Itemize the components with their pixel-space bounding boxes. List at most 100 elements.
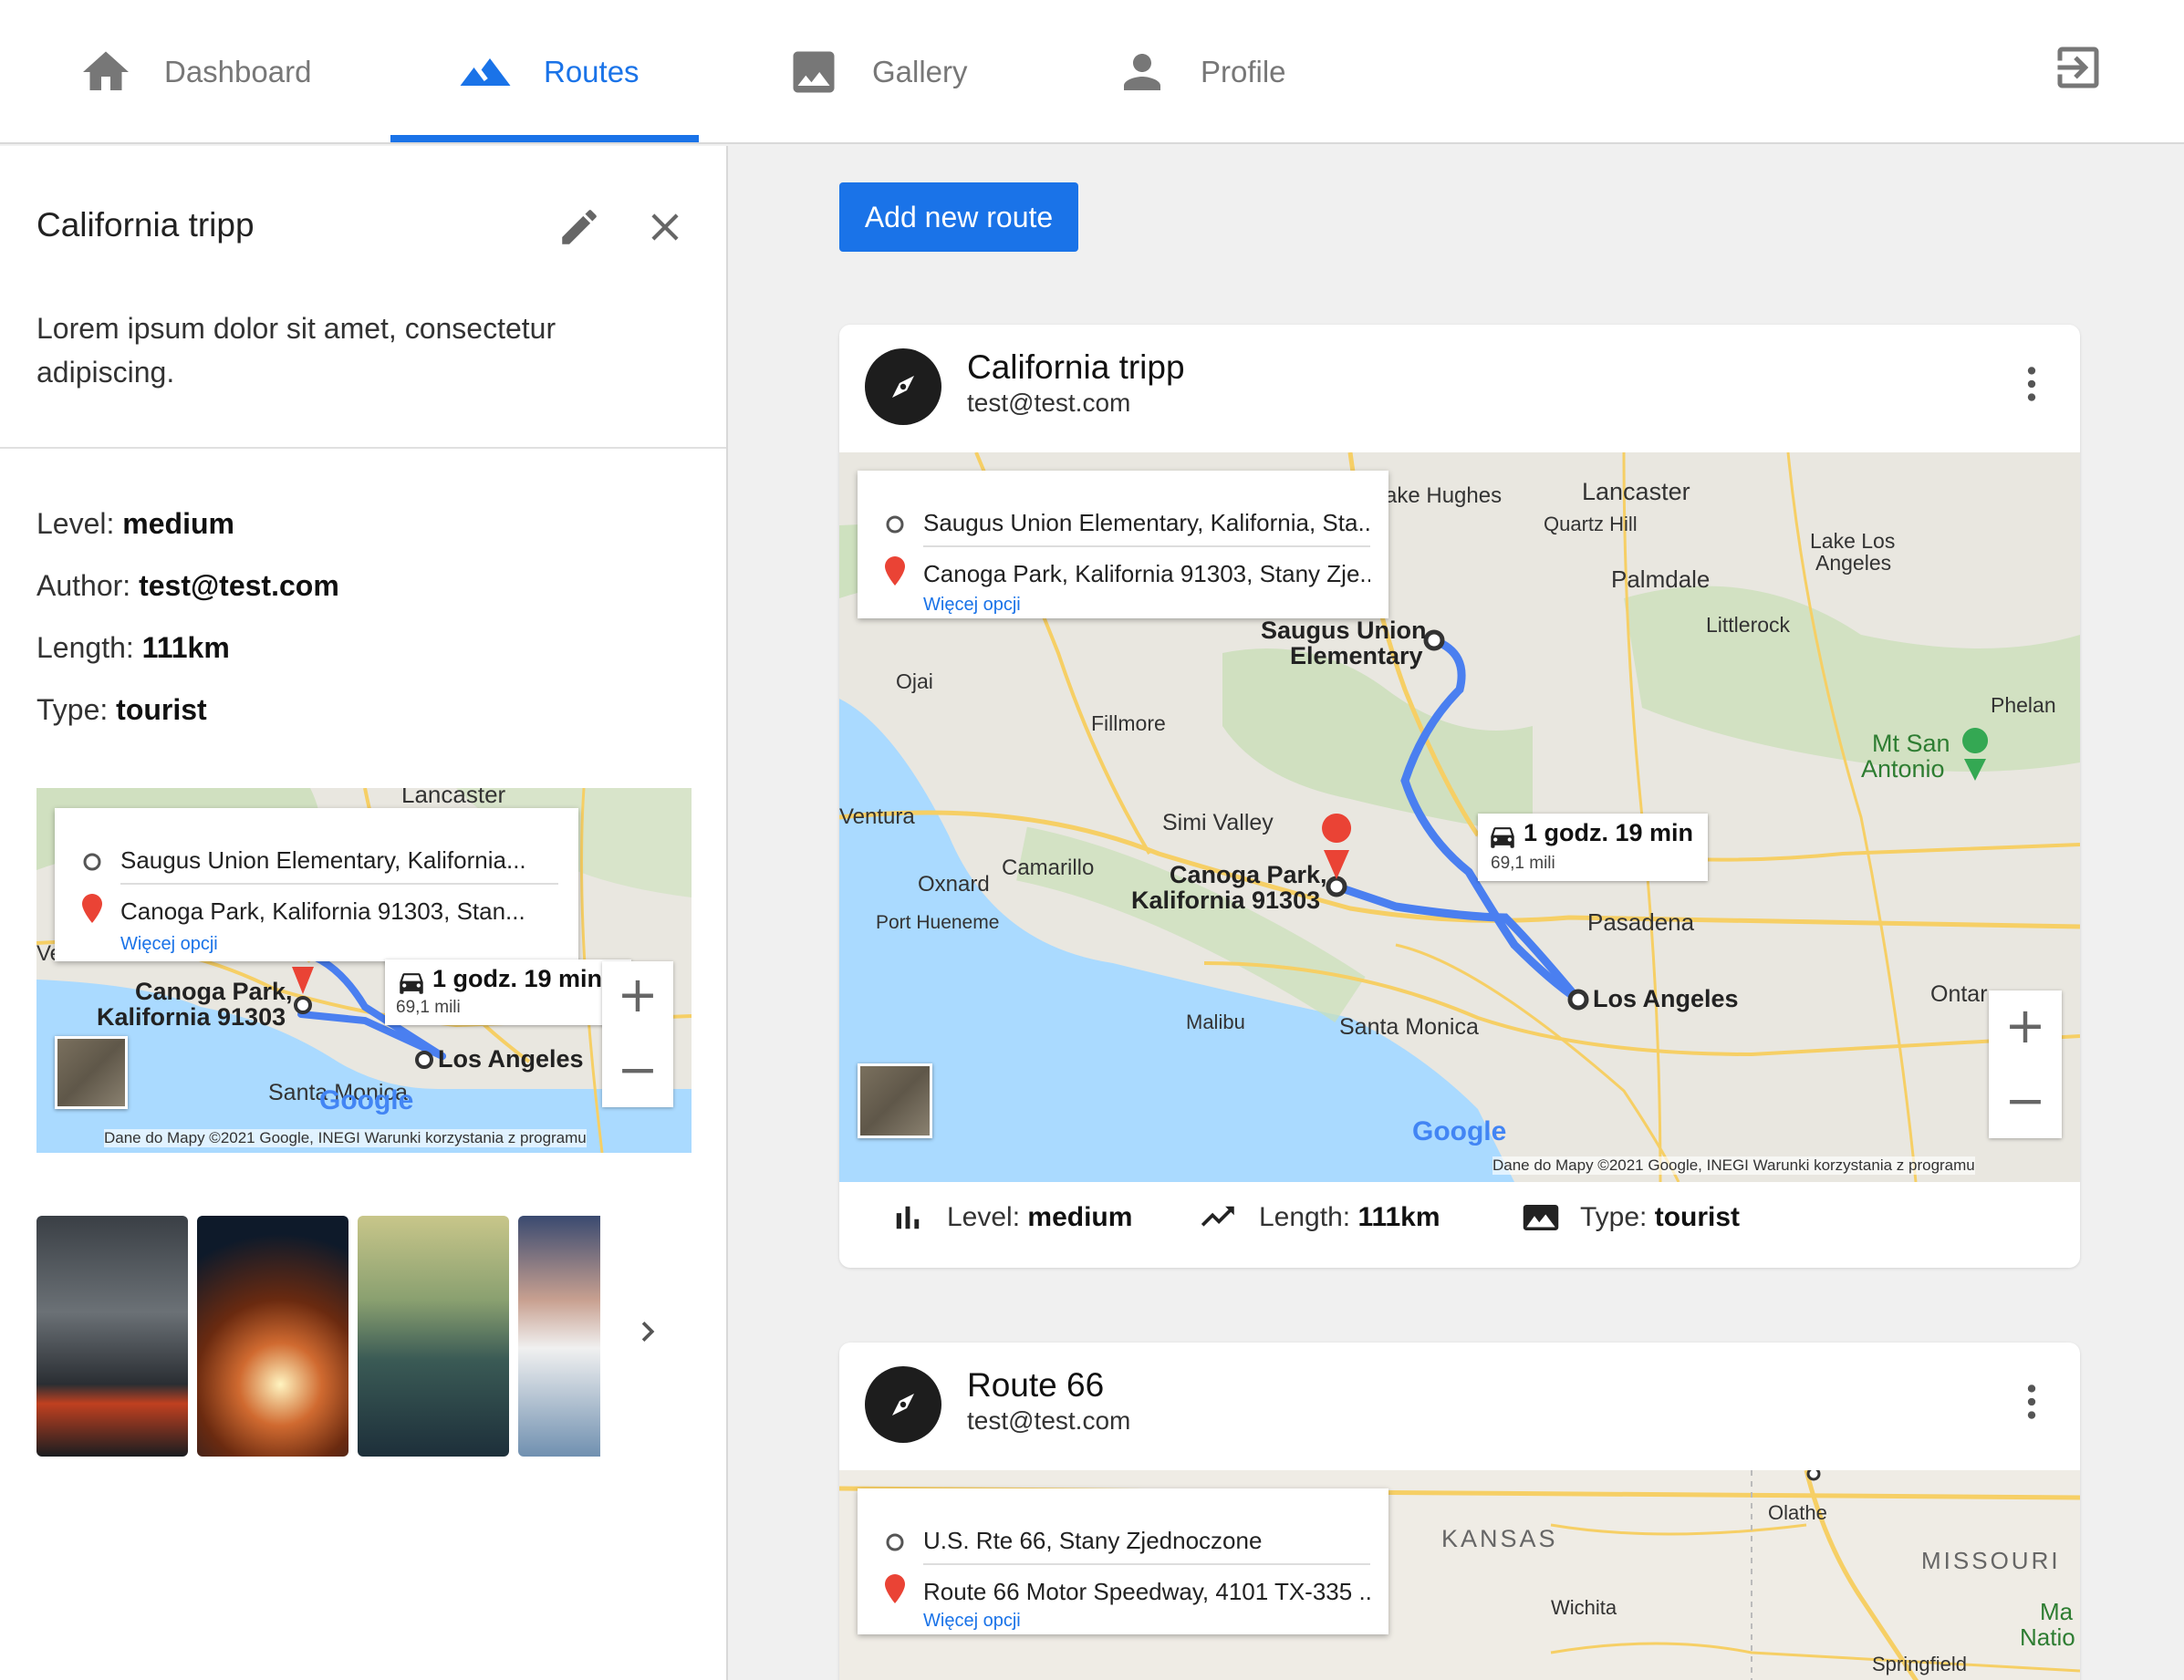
place-santa-monica: Santa Monica <box>1339 1014 1479 1040</box>
route-time-label: 1 godz. 19 min 69,1 mili <box>385 959 631 1025</box>
gallery-thumbnail-clouds[interactable] <box>518 1216 600 1457</box>
map-place-los-angeles: Los Angeles <box>438 1045 584 1073</box>
directions-origin: Saugus Union Elementary, Kalifornia, Sta… <box>923 509 1370 536</box>
place-palmdale: Palmdale <box>1611 565 1711 593</box>
place-port-hueneme: Port Hueneme <box>876 912 1000 933</box>
trending-icon <box>1201 1206 1234 1227</box>
route-card[interactable]: California tripp test@test.com ake Hughe… <box>839 325 2080 1268</box>
gallery-thumbnail-sea[interactable] <box>358 1216 509 1457</box>
map-place-canoga-2: Kalifornia 91303 <box>97 1003 286 1031</box>
route-card[interactable]: Route 66 test@test.com KANSAS Olathe MIS… <box>839 1343 2080 1680</box>
card-type: Type: tourist <box>1522 1198 1740 1237</box>
route-time: 1 godz. 19 min <box>1524 819 1694 846</box>
gallery-thumbnail-storm[interactable] <box>36 1216 188 1457</box>
route-time-label: 1 godz. 19 min 69,1 mili <box>1478 814 1708 881</box>
card-level-value: medium <box>1027 1202 1133 1232</box>
more-vert-icon[interactable] <box>2009 1379 2054 1425</box>
directions-more-link[interactable]: Więcej opcji <box>120 934 218 955</box>
place-lake-los-angeles-1: Lake Los <box>1810 529 1896 553</box>
zoom-control[interactable]: + − <box>1989 990 2062 1138</box>
card-route-map[interactable]: KANSAS Olathe MISSOURI Wichita Ma Natio … <box>839 1470 2080 1680</box>
zoom-out-button[interactable]: − <box>602 1045 673 1094</box>
place-ontario: Ontar <box>1930 981 1988 1007</box>
place-missouri: MISSOURI <box>1921 1547 2061 1574</box>
image-icon <box>793 51 835 93</box>
place-oxnard: Oxnard <box>918 872 990 897</box>
directions-destination: Canoga Park, Kalifornia 91303, Stany Zje… <box>923 560 1370 587</box>
map-place-canoga-1: Canoga Park, <box>135 978 293 1005</box>
origin-circle-icon <box>83 853 101 871</box>
author-value: test@test.com <box>139 569 339 602</box>
directions-box[interactable]: Saugus Union Elementary, Kalifornia, Sta… <box>858 471 1388 618</box>
card-avatar <box>865 1366 941 1443</box>
place-springfield: Springfield <box>1872 1653 1967 1675</box>
zoom-in-button[interactable]: + <box>602 970 673 1020</box>
card-type-label: Type: <box>1580 1202 1648 1232</box>
type-label: Type: <box>36 693 109 726</box>
logout-icon[interactable] <box>2051 40 2106 95</box>
tab-profile[interactable]: Profile <box>1115 0 1286 144</box>
card-route-map[interactable]: ake Hughes Lancaster Quartz Hill Lake Lo… <box>839 452 2080 1182</box>
place-mt-san-antonio-1: Mt San <box>1872 730 1950 757</box>
home-icon <box>83 51 129 90</box>
place-simi-valley: Simi Valley <box>1162 810 1274 835</box>
card-level: Level: medium <box>889 1198 1132 1237</box>
card-author: test@test.com <box>967 1406 1131 1435</box>
length-label: Length: <box>36 631 134 664</box>
directions-more-link[interactable]: Więcej opcji <box>923 595 1021 616</box>
person-icon <box>1124 54 1160 90</box>
tab-gallery[interactable]: Gallery <box>786 0 968 144</box>
directions-box[interactable]: Saugus Union Elementary, Kalifornia... C… <box>55 808 578 961</box>
directions-more-link[interactable]: Więcej opcji <box>923 1611 1021 1632</box>
edit-icon[interactable] <box>556 204 602 250</box>
place-saugus-1: Saugus Union <box>1261 617 1427 644</box>
map-place-lancaster: Lancaster <box>401 788 506 808</box>
card-type-value: tourist <box>1654 1202 1741 1232</box>
card-title: California tripp <box>967 348 1185 386</box>
satellite-view-toggle[interactable] <box>858 1063 932 1138</box>
tab-dashboard[interactable]: Dashboard <box>78 0 311 144</box>
tab-gallery-label: Gallery <box>872 55 968 88</box>
landscape-icon <box>1523 1205 1559 1230</box>
place-canoga-1: Canoga Park, <box>1170 861 1327 888</box>
add-new-route-button[interactable]: Add new route <box>839 182 1078 252</box>
active-tab-indicator <box>390 135 699 142</box>
route-distance: 69,1 mili <box>1491 854 1555 873</box>
bar-chart-icon <box>896 1206 920 1229</box>
chevron-right-icon[interactable] <box>628 1312 668 1352</box>
gallery-thumbnail-tree[interactable] <box>197 1216 348 1457</box>
place-camarillo: Camarillo <box>1002 856 1095 880</box>
place-olathe: Olathe <box>1768 1501 1827 1524</box>
directions-box[interactable]: U.S. Rte 66, Stany Zjednoczone Route 66 … <box>858 1488 1388 1634</box>
tab-routes-label: Routes <box>544 55 640 88</box>
google-logo: Google <box>1412 1116 1507 1146</box>
tab-profile-label: Profile <box>1201 55 1286 88</box>
place-quartz-hill: Quartz Hill <box>1544 513 1638 535</box>
car-icon <box>1491 827 1514 848</box>
place-lancaster: Lancaster <box>1582 478 1690 505</box>
route-time: 1 godz. 19 min <box>432 965 603 992</box>
destination-pin-icon <box>82 894 102 923</box>
place-kansas: KANSAS <box>1441 1525 1558 1552</box>
place-canoga-2: Kalifornia 91303 <box>1131 887 1321 914</box>
tab-routes[interactable]: Routes <box>458 0 640 144</box>
close-icon[interactable] <box>642 204 688 250</box>
more-vert-icon[interactable] <box>2009 361 2054 407</box>
destination-pin-icon <box>885 556 905 586</box>
place-lake-hughes: ake Hughes <box>1385 483 1503 508</box>
card-avatar <box>865 348 941 425</box>
place-wichita: Wichita <box>1551 1596 1617 1619</box>
detail-route-map[interactable]: Lancaster Ventura Canoga Park, Kaliforni… <box>36 788 692 1153</box>
level-value: medium <box>122 507 234 540</box>
detail-title: California tripp <box>36 206 255 244</box>
directions-destination: Route 66 Motor Speedway, 4101 TX-335 ... <box>923 1578 1370 1605</box>
place-los-angeles: Los Angeles <box>1593 985 1739 1012</box>
zoom-out-button[interactable]: − <box>1989 1076 2062 1125</box>
zoom-in-button[interactable]: + <box>1989 1001 2062 1051</box>
origin-circle-icon <box>886 1533 904 1551</box>
place-pasadena: Pasadena <box>1587 908 1695 936</box>
card-length-value: 111km <box>1357 1202 1440 1232</box>
satellite-view-toggle[interactable] <box>55 1036 128 1109</box>
zoom-control[interactable]: + − <box>602 961 673 1107</box>
map-attribution: Dane do Mapy ©2021 Google, INEGI Warunki… <box>104 1129 587 1147</box>
